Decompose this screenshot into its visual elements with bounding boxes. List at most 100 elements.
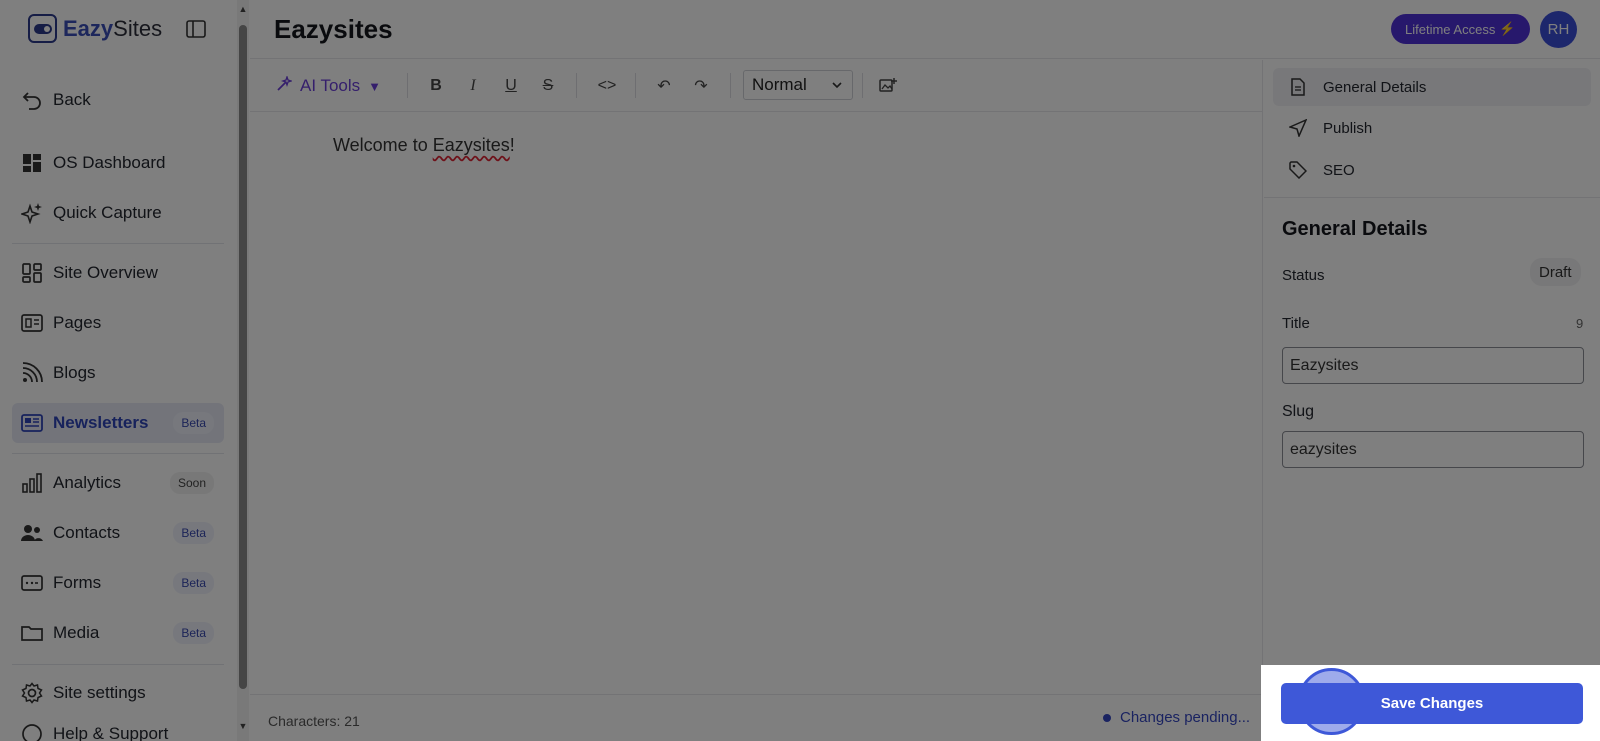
sidebar-item-media[interactable]: Media Beta	[12, 613, 224, 653]
undo-icon[interactable]: ↶	[652, 74, 676, 98]
ai-wand-icon	[276, 74, 294, 97]
sidebar-item-site-settings[interactable]: Site settings	[12, 673, 224, 713]
sidebar-item-back[interactable]: Back	[12, 80, 224, 120]
top-header: Eazysites Lifetime Access ⚡ RH	[250, 0, 1600, 59]
sidebar-item-label: Quick Capture	[53, 203, 162, 222]
toolbar-divider	[407, 73, 408, 98]
sidebar-item-label: Site settings	[53, 683, 146, 702]
code-icon[interactable]: <>	[592, 74, 622, 98]
divider	[1264, 197, 1600, 198]
redo-icon[interactable]: ↷	[689, 74, 713, 98]
scroll-down-icon[interactable]: ▼	[238, 721, 248, 731]
sidebar-item-label: Help & Support	[53, 724, 169, 741]
slug-label: Slug	[1282, 403, 1315, 420]
sidebar-item-blogs[interactable]: Blogs	[12, 353, 224, 393]
slug-field[interactable]: eazysites	[1282, 431, 1584, 468]
tab-seo[interactable]: SEO	[1273, 151, 1591, 189]
text-format-select[interactable]: Normal	[743, 70, 853, 100]
tab-label: General Details	[1323, 78, 1427, 96]
chevron-down-icon	[830, 77, 844, 97]
sidebar-item-label: Site Overview	[53, 263, 158, 282]
bar-chart-icon	[20, 471, 44, 495]
sidebar-item-label: Blogs	[53, 363, 96, 382]
sidebar-item-contacts[interactable]: Contacts Beta	[12, 513, 224, 553]
form-icon	[20, 571, 44, 595]
title-field[interactable]: Eazysites	[1282, 347, 1584, 384]
overview-grid-icon	[20, 261, 44, 285]
tab-label: SEO	[1323, 161, 1355, 179]
text-format-value: Normal	[752, 75, 807, 94]
save-highlight: Save Changes	[1261, 665, 1600, 741]
logo[interactable]: EazySites	[28, 14, 162, 43]
section-title: General Details	[1282, 218, 1428, 240]
sidebar-item-forms[interactable]: Forms Beta	[12, 563, 224, 603]
brand-name: EazySites	[63, 15, 163, 41]
lifetime-access-label: Lifetime Access	[1405, 21, 1496, 37]
sparkles-icon	[20, 201, 44, 225]
editor-toolbar: AI Tools ▼ B I U S <> ↶ ↷ Normal	[250, 60, 1263, 112]
avatar[interactable]: RH	[1540, 11, 1577, 48]
sidebar-item-site-overview[interactable]: Site Overview	[12, 253, 224, 293]
divider	[12, 453, 224, 454]
ai-tools-label: AI Tools	[300, 76, 361, 95]
details-panel: General Details Publish SEO General Deta…	[1264, 60, 1600, 741]
people-icon	[20, 521, 44, 545]
scrollbar-thumb[interactable]	[239, 25, 247, 689]
sidebar-item-label: Pages	[53, 313, 102, 332]
sidebar-item-pages[interactable]: Pages	[12, 303, 224, 343]
sidebar-item-label: Contacts	[53, 523, 121, 542]
click-indicator	[1298, 668, 1365, 735]
gear-icon	[20, 681, 44, 705]
newsletter-icon	[20, 411, 44, 435]
bold-icon[interactable]: B	[424, 74, 448, 98]
strikethrough-icon[interactable]: S	[536, 74, 560, 98]
sidebar: EazySites Back OS Dashboard Quick Captur…	[0, 0, 236, 741]
beta-badge: Beta	[173, 522, 214, 544]
sidebar-item-label: Newsletters	[53, 413, 149, 432]
title-char-count: 9	[1576, 316, 1584, 331]
page-title: Eazysites	[274, 14, 393, 44]
status-dot-icon	[1103, 713, 1111, 722]
toolbar-divider	[730, 73, 731, 98]
sidebar-item-newsletters[interactable]: Newsletters Beta	[12, 403, 224, 443]
sidebar-scrollbar[interactable]: ▲ ▼	[237, 0, 249, 741]
bolt-icon: ⚡	[1499, 21, 1516, 36]
divider	[12, 664, 224, 665]
toolbar-divider	[576, 73, 577, 98]
lifetime-access-button[interactable]: Lifetime Access ⚡	[1391, 14, 1530, 44]
editor-content[interactable]: Welcome to Eazysites!	[333, 135, 515, 156]
status-badge: Draft	[1530, 258, 1581, 286]
caret-down-icon: ▼	[368, 78, 382, 94]
rss-icon	[20, 361, 44, 385]
beta-badge: Beta	[173, 572, 214, 594]
tab-publish[interactable]: Publish	[1273, 109, 1591, 147]
insert-image-icon[interactable]	[876, 74, 900, 98]
ai-tools-button[interactable]: AI Tools ▼	[276, 74, 381, 98]
sidebar-item-analytics[interactable]: Analytics Soon	[12, 463, 224, 503]
italic-icon[interactable]: I	[461, 74, 485, 98]
sidebar-item-quick-capture[interactable]: Quick Capture	[12, 193, 224, 233]
tab-general-details[interactable]: General Details	[1273, 68, 1591, 106]
status-label: Status	[1282, 267, 1325, 284]
soon-badge: Soon	[169, 472, 214, 494]
save-status: Changes pending...	[1103, 709, 1250, 726]
sidebar-item-help-support[interactable]: Help & Support	[12, 714, 224, 741]
sidebar-item-os-dashboard[interactable]: OS Dashboard	[12, 143, 224, 183]
logo-toggle-icon	[28, 14, 57, 43]
editor: AI Tools ▼ B I U S <> ↶ ↷ Normal Welcome…	[250, 60, 1263, 741]
pages-icon	[20, 311, 44, 335]
help-icon	[20, 722, 44, 741]
tag-icon	[1288, 160, 1308, 180]
sidebar-item-label: Analytics	[53, 473, 122, 492]
character-count: Characters: 21	[268, 713, 360, 729]
sidebar-collapse-icon[interactable]	[186, 19, 206, 39]
back-arrow-icon	[20, 88, 44, 112]
title-label: Title	[1282, 315, 1310, 332]
divider	[12, 243, 224, 244]
dashboard-icon	[20, 151, 44, 175]
document-icon	[1288, 77, 1308, 97]
sidebar-item-label: Media	[53, 623, 100, 642]
scroll-up-icon[interactable]: ▲	[238, 4, 248, 14]
underline-icon[interactable]: U	[499, 74, 523, 98]
send-icon	[1288, 118, 1308, 138]
